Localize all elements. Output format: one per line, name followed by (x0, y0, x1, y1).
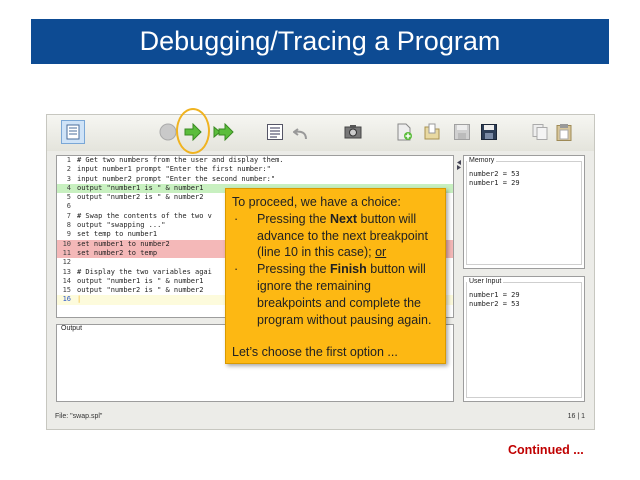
line-number[interactable]: 1 (57, 156, 71, 165)
memory-pane: Memory number2 = 53 number1 = 29 (463, 155, 585, 269)
line-number[interactable]: 12 (57, 258, 71, 267)
code-text: output "number2 is " & number2 (77, 286, 204, 295)
paste-icon[interactable] (555, 123, 573, 141)
line-number[interactable]: 4 (57, 184, 71, 193)
code-line[interactable]: 3 input number2 prompt "Enter the second … (57, 175, 453, 184)
open-file-icon[interactable] (423, 123, 441, 141)
instruction-callout: To proceed, we have a choice: · Pressing … (225, 188, 446, 364)
line-number[interactable]: 2 (57, 165, 71, 174)
line-number[interactable]: 5 (57, 193, 71, 202)
code-text: # Get two numbers from the user and disp… (77, 156, 284, 164)
code-line[interactable]: 2 input number1 prompt "Enter the first n… (57, 165, 453, 174)
user-input-pane: User Input number1 = 29 number2 = 53 (463, 276, 585, 402)
code-text: # Display the two variables agai (77, 267, 212, 276)
callout-intro: To proceed, we have a choice: (232, 195, 401, 209)
stop-icon[interactable] (159, 123, 177, 141)
slide-title: Debugging/Tracing a Program (31, 19, 609, 64)
save-as-icon[interactable] (480, 123, 498, 141)
bullet-dot: · (234, 211, 239, 226)
line-number[interactable]: 7 (57, 212, 71, 221)
list-view-icon[interactable] (61, 120, 85, 144)
source-listing-icon[interactable] (266, 123, 284, 141)
vertical-split-arrows-icon[interactable] (456, 157, 462, 170)
toolbar (47, 108, 594, 154)
code-line[interactable]: 1 # Get two numbers from the user and dis… (57, 156, 453, 165)
undo-icon[interactable] (292, 123, 311, 141)
finish-button-name: Finish (329, 262, 367, 277)
user-input-content: number1 = 29 number2 = 53 (469, 291, 520, 308)
line-number[interactable]: 11 (57, 249, 71, 258)
user-input-label: User Input (467, 278, 504, 285)
status-file: File: "swap.spl" (55, 413, 103, 420)
line-number[interactable]: 6 (57, 202, 71, 211)
code-text: # Swap the contents of the two v (77, 211, 212, 220)
finish-icon[interactable] (213, 122, 235, 142)
code-text: set number2 to temp (77, 248, 158, 257)
status-bar: File: "swap.spl" 16 | 1 (47, 407, 594, 429)
code-text: input number2 prompt "Enter the second n… (77, 174, 276, 183)
bullet-finish-text: Pressing the (257, 262, 330, 277)
code-text: output "swapping ..." (77, 221, 166, 230)
line-number[interactable]: 10 (57, 240, 71, 249)
code-text: set temp to number1 (77, 230, 158, 239)
line-number[interactable]: 14 (57, 277, 71, 286)
memory-label: Memory (467, 157, 497, 164)
line-number[interactable]: 9 (57, 230, 71, 239)
screenshot-icon[interactable] (344, 123, 362, 141)
or-text: or (375, 245, 387, 260)
memory-content: number2 = 53 number1 = 29 (469, 170, 520, 187)
line-number[interactable]: 13 (57, 268, 71, 277)
code-text: output "number1 is " & number1 (77, 183, 204, 192)
callout-outro: Let’s choose the first option ... (232, 345, 398, 360)
line-number[interactable]: 16 (57, 295, 71, 304)
line-number[interactable]: 15 (57, 286, 71, 295)
status-cursor-position: 16 | 1 (567, 413, 585, 420)
line-number[interactable]: 3 (57, 175, 71, 184)
callout-bullet-finish: · Pressing the Finish button will ignore … (232, 261, 439, 328)
callout-bullet-next: · Pressing the Next button will advance t… (232, 211, 439, 261)
output-label: Output (61, 325, 83, 332)
code-text: output "number2 is " & number2 (77, 193, 204, 202)
new-file-icon[interactable] (395, 123, 413, 141)
bullet-dot: · (234, 262, 239, 277)
code-text: input number1 prompt "Enter the first nu… (77, 165, 271, 174)
line-number[interactable]: 8 (57, 221, 71, 230)
code-text: | (77, 295, 82, 304)
next-button-highlight-ring (176, 108, 210, 154)
save-icon[interactable] (453, 123, 471, 141)
copy-icon[interactable] (531, 123, 549, 141)
continued-label: Continued ... (508, 443, 584, 457)
code-text: set number1 to number2 (77, 239, 170, 248)
code-text: output "number1 is " & number1 (77, 276, 204, 285)
bullet-next-text: Pressing the (257, 211, 330, 226)
next-button-name: Next (329, 211, 358, 226)
